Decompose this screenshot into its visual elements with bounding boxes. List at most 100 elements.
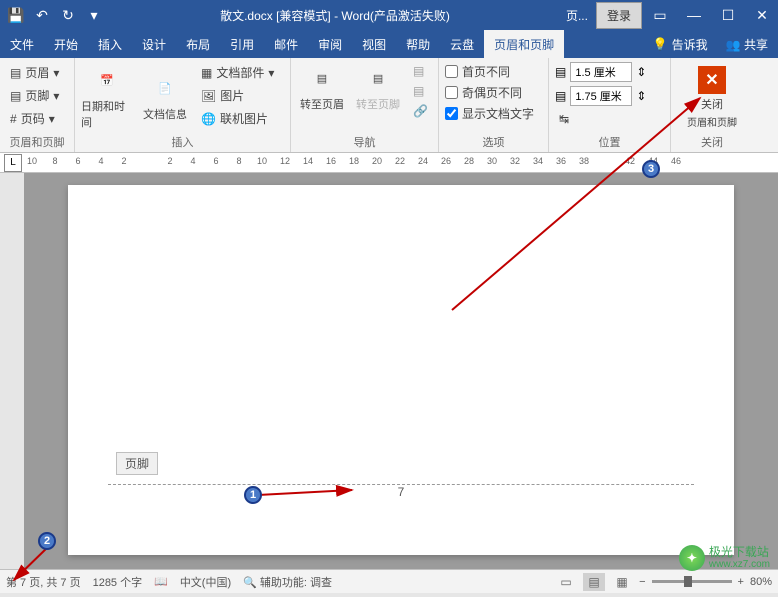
context-tab-indicator: 页... xyxy=(560,5,594,26)
date-time-button[interactable]: 📅日期和时间 xyxy=(81,62,133,132)
login-button[interactable]: 登录 xyxy=(596,2,642,29)
nav-prev-icon: ▤ xyxy=(409,62,432,80)
spinner-icon[interactable]: ⇕ xyxy=(636,89,646,103)
group-label-insert: 插入 xyxy=(81,132,284,152)
goto-footer-icon: ▤ xyxy=(362,62,394,94)
status-page[interactable]: 第 7 页, 共 7 页 xyxy=(6,574,81,590)
nav-next-icon: ▤ xyxy=(409,82,432,100)
ribbon: ▤页眉▾ ▤页脚▾ #页码▾ 页眉和页脚 📅日期和时间 📄文档信息 ▦文档部件▾… xyxy=(0,58,778,153)
menu-header-footer[interactable]: 页眉和页脚 xyxy=(484,30,564,59)
calendar-icon: 📅 xyxy=(91,64,123,96)
header-distance-icon: ▤ xyxy=(555,65,566,79)
page[interactable]: 页脚 7 xyxy=(68,185,734,555)
insert-alignment-tab-icon[interactable]: ↹ xyxy=(555,110,646,128)
goto-header-button[interactable]: ▤转至页眉 xyxy=(297,62,347,112)
menu-help[interactable]: 帮助 xyxy=(396,30,440,59)
menu-layout[interactable]: 布局 xyxy=(176,30,220,59)
online-picture-button[interactable]: 🌐联机图片 xyxy=(197,108,278,129)
menu-view[interactable]: 视图 xyxy=(352,30,396,59)
first-page-different-checkbox[interactable]: 首页不同 xyxy=(445,62,534,81)
share-button[interactable]: 👥 共享 xyxy=(716,30,778,59)
tell-me[interactable]: 💡 告诉我 xyxy=(645,36,716,53)
menu-mailings[interactable]: 邮件 xyxy=(264,30,308,59)
menu-file[interactable]: 文件 xyxy=(0,30,44,59)
spinner-icon[interactable]: ⇕ xyxy=(636,65,646,79)
menu-design[interactable]: 设计 xyxy=(132,30,176,59)
footer-page-number[interactable]: 7 xyxy=(398,485,405,499)
menu-cloud[interactable]: 云盘 xyxy=(440,30,484,59)
redo-icon[interactable]: ↻ xyxy=(56,3,80,27)
goto-footer-button: ▤转至页脚 xyxy=(353,62,403,112)
zoom-slider[interactable] xyxy=(652,580,732,583)
watermark: ✦ 极光下载站 www.xz7.com xyxy=(679,545,770,571)
menubar: 文件 开始 插入 设计 布局 引用 邮件 审阅 视图 帮助 云盘 页眉和页脚 💡… xyxy=(0,30,778,58)
status-words[interactable]: 1285 个字 xyxy=(93,574,143,590)
footer-distance-icon: ▤ xyxy=(555,89,566,103)
status-spell-icon[interactable]: 📖 xyxy=(154,575,168,588)
horizontal-ruler[interactable]: 1086422468101214161820222426283032343638… xyxy=(26,154,778,172)
lightbulb-icon: 💡 xyxy=(653,37,668,51)
group-label-close: 关闭 xyxy=(677,132,747,152)
statusbar: 第 7 页, 共 7 页 1285 个字 📖 中文(中国) 🔍 辅助功能: 调查… xyxy=(0,569,778,593)
online-picture-icon: 🌐 xyxy=(201,112,216,126)
parts-button[interactable]: ▦文档部件▾ xyxy=(197,62,278,83)
quick-access-toolbar: 💾 ↶ ↻ ▾ xyxy=(0,3,110,27)
footer-distance-input[interactable] xyxy=(570,86,632,106)
ribbon-display-icon[interactable]: ▭ xyxy=(644,1,676,29)
view-web-icon[interactable]: ▦ xyxy=(611,573,633,591)
tab-selector[interactable]: L xyxy=(4,154,22,172)
save-icon[interactable]: 💾 xyxy=(4,3,28,27)
footer-button[interactable]: ▤页脚▾ xyxy=(6,85,63,106)
window-title: 散文.docx [兼容模式] - Word(产品激活失败) xyxy=(110,7,560,24)
status-language[interactable]: 中文(中国) xyxy=(180,574,231,590)
vertical-ruler[interactable] xyxy=(0,173,24,569)
view-read-icon[interactable]: ▭ xyxy=(555,573,577,591)
qat-more-icon[interactable]: ▾ xyxy=(82,3,106,27)
close-x-icon: ✕ xyxy=(698,66,726,94)
annotation-badge-3: 3 xyxy=(642,160,660,178)
watermark-logo-icon: ✦ xyxy=(679,545,705,571)
status-accessibility[interactable]: 🔍 辅助功能: 调查 xyxy=(243,574,332,590)
watermark-url: www.xz7.com xyxy=(709,559,770,570)
annotation-badge-1: 1 xyxy=(244,486,262,504)
pagenum-icon: # xyxy=(10,112,17,126)
view-print-icon[interactable]: ▤ xyxy=(583,573,605,591)
header-icon: ▤ xyxy=(10,66,21,80)
undo-icon[interactable]: ↶ xyxy=(30,3,54,27)
nav-link-icon: 🔗 xyxy=(409,102,432,120)
titlebar: 💾 ↶ ↻ ▾ 散文.docx [兼容模式] - Word(产品激活失败) 页.… xyxy=(0,0,778,30)
minimize-icon[interactable]: ― xyxy=(678,1,710,29)
pagenum-button[interactable]: #页码▾ xyxy=(6,108,63,129)
header-distance-input[interactable] xyxy=(570,62,632,82)
maximize-icon[interactable]: ☐ xyxy=(712,1,744,29)
close-header-footer-button[interactable]: ✕ 关闭 页眉和页脚 xyxy=(686,62,738,132)
watermark-title: 极光下载站 xyxy=(709,546,770,559)
zoom-out-icon[interactable]: − xyxy=(639,576,645,588)
menu-home[interactable]: 开始 xyxy=(44,30,88,59)
docinfo-icon: 📄 xyxy=(149,72,181,104)
zoom-in-icon[interactable]: + xyxy=(738,576,744,588)
group-label-headerfooter: 页眉和页脚 xyxy=(6,132,68,152)
footer-icon: ▤ xyxy=(10,89,21,103)
footer-label-tag: 页脚 xyxy=(116,452,158,475)
menu-review[interactable]: 审阅 xyxy=(308,30,352,59)
document-area: 页脚 7 xyxy=(0,173,778,569)
group-label-position: 位置 xyxy=(555,132,664,152)
group-label-options: 选项 xyxy=(445,132,542,152)
show-doc-text-checkbox[interactable]: 显示文档文字 xyxy=(445,104,534,123)
odd-even-different-checkbox[interactable]: 奇偶页不同 xyxy=(445,83,534,102)
close-window-icon[interactable]: ✕ xyxy=(746,1,778,29)
menu-insert[interactable]: 插入 xyxy=(88,30,132,59)
parts-icon: ▦ xyxy=(201,66,212,80)
zoom-level[interactable]: 80% xyxy=(750,576,772,588)
share-icon: 👥 xyxy=(726,38,741,52)
menu-references[interactable]: 引用 xyxy=(220,30,264,59)
header-button[interactable]: ▤页眉▾ xyxy=(6,62,63,83)
picture-button[interactable]: 🖼图片 xyxy=(197,85,278,106)
group-label-nav: 导航 xyxy=(297,132,432,152)
annotation-badge-2: 2 xyxy=(38,532,56,550)
ruler-area: L 10864224681012141618202224262830323436… xyxy=(0,153,778,173)
picture-icon: 🖼 xyxy=(201,89,216,103)
goto-header-icon: ▤ xyxy=(306,62,338,94)
docinfo-button[interactable]: 📄文档信息 xyxy=(139,62,191,132)
